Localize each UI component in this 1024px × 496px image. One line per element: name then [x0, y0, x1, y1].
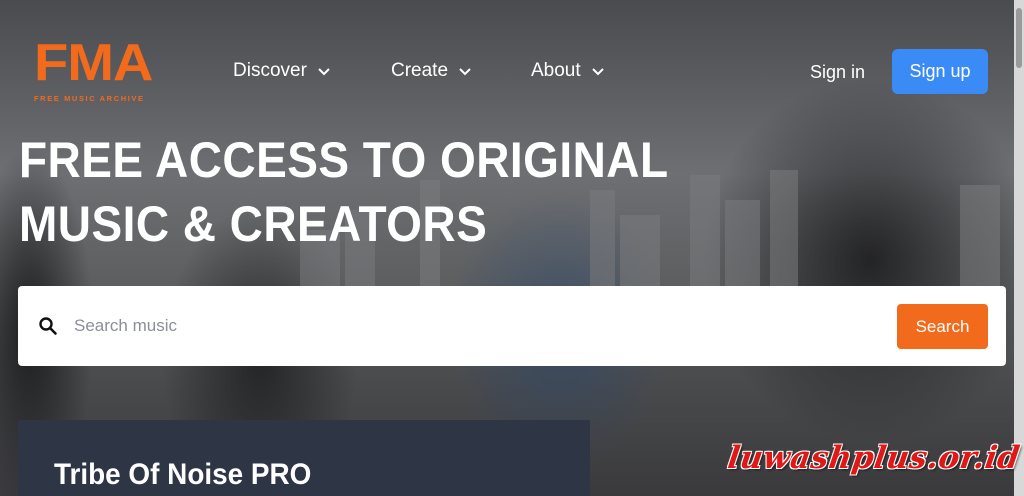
search-button[interactable]: Search — [897, 304, 988, 349]
top-navigation: FMA FREE MUSIC ARCHIVE Discover Create A… — [0, 0, 1014, 120]
scrollbar-thumb[interactable] — [1016, 8, 1022, 68]
nav-discover-label: Discover — [233, 60, 307, 81]
nav-create[interactable]: Create — [391, 60, 472, 82]
hero-title: FREE ACCESS TO ORIGINAL MUSIC & CREATORS — [19, 132, 668, 252]
sign-in-link[interactable]: Sign in — [810, 62, 865, 83]
nav-discover[interactable]: Discover — [233, 60, 331, 82]
logo-subtitle: FREE MUSIC ARCHIVE — [34, 94, 145, 103]
sign-up-button[interactable]: Sign up — [892, 49, 988, 94]
tribe-of-noise-card[interactable]: Tribe Of Noise PRO — [18, 420, 590, 496]
search-icon — [39, 317, 57, 335]
chevron-down-icon — [459, 68, 471, 76]
watermark: luwashplus.or.id — [725, 440, 1023, 476]
nav-about-label: About — [531, 60, 581, 81]
logo-text: FMA — [34, 34, 153, 92]
nav-about[interactable]: About — [531, 60, 605, 82]
chevron-down-icon — [591, 68, 604, 76]
search-bar: Search — [18, 286, 1006, 366]
fma-logo[interactable]: FMA FREE MUSIC ARCHIVE — [34, 37, 184, 104]
search-input[interactable] — [74, 306, 874, 346]
nav-create-label: Create — [391, 60, 449, 81]
chevron-down-icon — [318, 68, 330, 76]
page-scrollbar[interactable] — [1014, 0, 1024, 496]
card-title: Tribe Of Noise PRO — [54, 458, 312, 491]
